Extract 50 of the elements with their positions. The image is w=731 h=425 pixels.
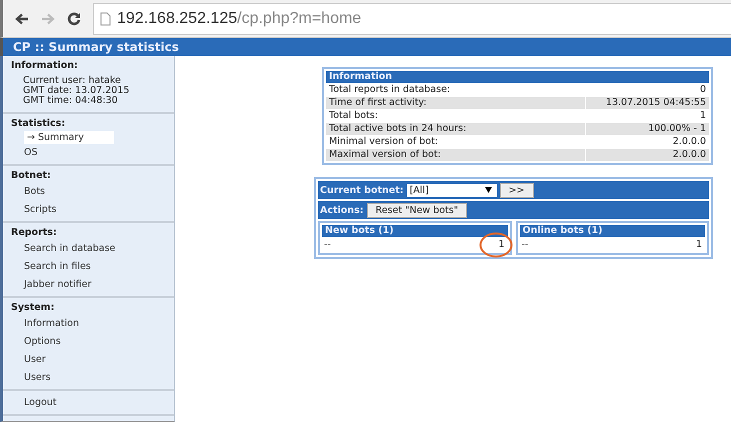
sidebar-link[interactable]: Search in database: [24, 240, 174, 258]
table-cell: 2.0.0.0: [586, 149, 709, 161]
info-text: Current user: hatake: [23, 76, 122, 86]
table-cell-text: 1: [694, 238, 703, 251]
back-icon[interactable]: [15, 12, 29, 24]
info-text: GMT time: 04:48:30: [23, 96, 119, 106]
reset-button[interactable]: Reset "New bots": [366, 202, 468, 218]
page-icon: [100, 12, 111, 26]
section-heading: Statistics:: [10, 117, 66, 131]
table-cell: Maximal version of bot:: [326, 149, 585, 161]
section-heading: Information:: [10, 59, 79, 73]
address-bar[interactable]: 192.168.252.125/cp.php?m=home: [93, 2, 731, 34]
reload-icon[interactable]: [67, 12, 81, 26]
field-label: Actions:: [320, 204, 364, 216]
table-cell: 1: [424, 238, 508, 251]
table-cell-text: 1: [698, 110, 707, 122]
table-cell-text: --: [323, 238, 332, 251]
sidebar-link[interactable]: Information: [24, 315, 174, 333]
panel-title: Online bots (1): [520, 225, 705, 237]
sidebar-link[interactable]: → Summary: [24, 131, 114, 144]
panel-title: Information: [326, 71, 709, 83]
field-label: Current botnet:: [320, 184, 404, 196]
sidebar-link[interactable]: Jabber notifier: [24, 276, 174, 294]
sidebar-link[interactable]: Bots: [24, 183, 174, 201]
table-cell-text: 0: [698, 84, 707, 96]
sidebar-link[interactable]: OS: [24, 144, 174, 162]
table-cell-text: --: [520, 238, 530, 251]
table-cell: Time of first activity:: [326, 97, 585, 109]
sidebar-link[interactable]: Users: [24, 369, 174, 387]
section-heading: Reports:: [10, 226, 58, 240]
sidebar-link[interactable]: User: [24, 351, 174, 369]
sidebar-link[interactable]: Scripts: [24, 201, 174, 219]
info-text: GMT date: 13.07.2015: [23, 86, 130, 96]
table-cell-text: 2.0.0.0: [672, 136, 707, 148]
table-cell-text: Total bots:: [328, 110, 379, 122]
page-title: CP :: Summary statistics: [13, 40, 179, 54]
section-heading: System:: [10, 301, 56, 315]
sidebar-link[interactable]: Search in files: [24, 258, 174, 276]
botnet-dropdown[interactable]: [All]: [406, 184, 497, 196]
table-cell-text: Minimal version of bot:: [328, 136, 439, 148]
table-cell: Total active bots in 24 hours:: [326, 123, 585, 135]
go-button[interactable]: >>: [500, 182, 534, 198]
dropdown-arrow-icon: [484, 187, 492, 193]
table-cell-text: Total reports in database:: [328, 84, 452, 96]
panel-title: New bots (1): [322, 225, 508, 237]
sidebar-link[interactable]: Logout: [24, 394, 174, 412]
section-heading: Botnet:: [10, 169, 52, 183]
table-cell: 13.07.2015 04:45:55: [586, 97, 709, 109]
table-cell: 100.00% - 1: [586, 123, 709, 135]
sidebar-link[interactable]: Options: [24, 333, 174, 351]
